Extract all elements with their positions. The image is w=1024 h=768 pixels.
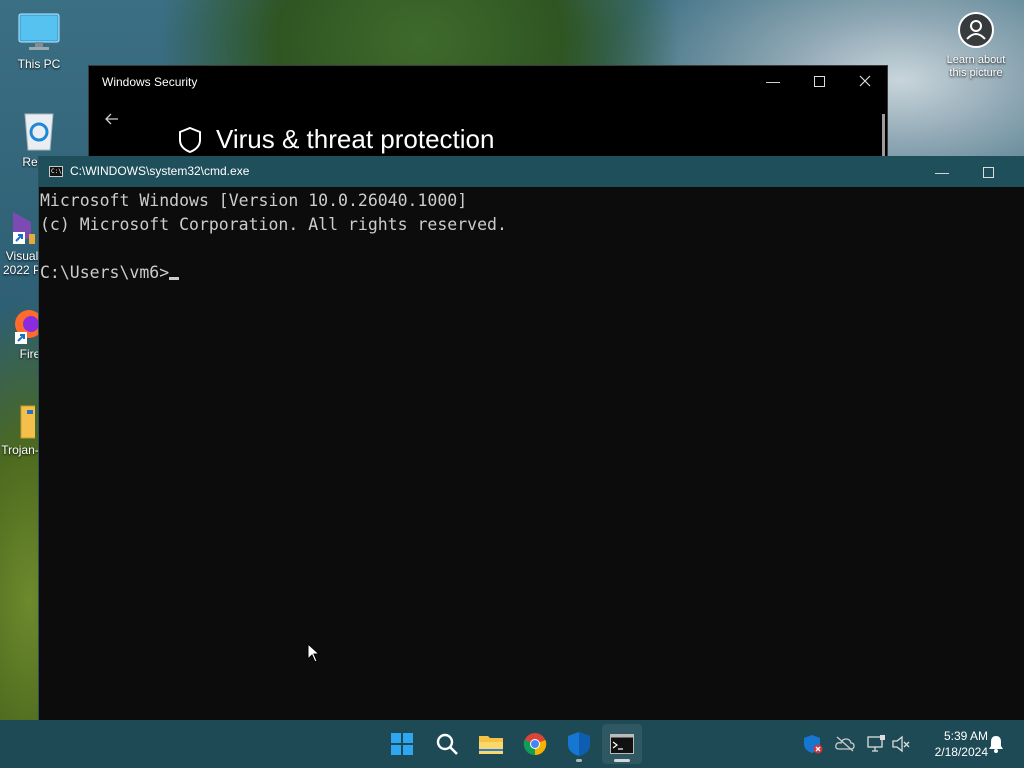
running-indicator (576, 759, 582, 762)
onedrive-tray-button[interactable] (835, 734, 855, 754)
active-indicator (614, 759, 630, 762)
console-line: Microsoft Windows [Version 10.0.26040.10… (40, 191, 468, 210)
volume-tray-button[interactable] (891, 734, 911, 754)
window-title: Windows Security (102, 75, 198, 89)
page-heading: Virus & threat protection (216, 124, 495, 154)
desktop-icon-trojan[interactable]: Trojan- (0, 404, 40, 457)
start-icon (391, 733, 413, 755)
visual-studio-icon (13, 212, 35, 244)
cmd-titlebar[interactable]: C:\ C:\WINDOWS\system32\cmd.exe — (39, 156, 1024, 187)
defender-alert-icon (804, 735, 823, 754)
scrollbar[interactable] (882, 114, 885, 158)
terminal-button[interactable] (602, 724, 642, 764)
shield-icon (179, 126, 201, 154)
windows-security-button[interactable] (559, 724, 599, 764)
firefox-icon (15, 310, 39, 344)
close-button[interactable] (842, 66, 888, 96)
defender-tray-button[interactable] (803, 734, 823, 754)
close-icon (859, 75, 871, 87)
text-cursor (169, 277, 180, 280)
desktop-icon-label: This PC (17, 57, 61, 71)
back-arrow-icon (105, 113, 118, 125)
learn-about-label: Learn about this picture (946, 54, 1006, 79)
taskbar: 5:39 AM 2/18/2024 (0, 720, 1024, 768)
chrome-icon (523, 733, 547, 756)
volume-muted-icon (892, 735, 910, 753)
mouse-pointer-icon (307, 643, 321, 663)
minimize-button[interactable]: — (919, 157, 965, 187)
network-tray-button[interactable] (866, 734, 886, 754)
archive-file-icon (20, 405, 35, 439)
maximize-button[interactable] (965, 157, 1011, 187)
recycle-bin-icon (24, 113, 54, 151)
notification-bell-icon (989, 736, 1003, 753)
desktop-icon-label: Trojan- (1, 443, 39, 457)
terminal-icon (610, 734, 634, 754)
clock-time: 5:39 AM (943, 729, 988, 743)
search-button[interactable] (427, 724, 467, 764)
clock[interactable]: 5:39 AM 2/18/2024 (918, 728, 988, 760)
desktop-icon-label: Fire (19, 347, 41, 361)
windows-security-icon (568, 732, 590, 756)
notifications-button[interactable] (986, 734, 1006, 754)
console-output[interactable]: Microsoft Windows [Version 10.0.26040.10… (40, 189, 507, 285)
console-prompt: C:\Users\vm6> (40, 263, 170, 282)
start-button[interactable] (382, 724, 422, 764)
maximize-button[interactable] (796, 66, 842, 96)
desktop-icon-this-pc[interactable]: This PC (7, 12, 71, 71)
camera-icon (958, 12, 994, 48)
console-prompt-line: C:\Users\vm6> (40, 261, 507, 285)
onedrive-offline-icon (835, 736, 855, 752)
back-button[interactable] (105, 112, 119, 130)
network-icon (867, 735, 885, 752)
window-title: C:\WINDOWS\system32\cmd.exe (70, 164, 250, 178)
search-icon (436, 733, 458, 755)
learn-about-this-picture[interactable]: Learn about this picture (940, 12, 1012, 80)
file-explorer-button[interactable] (471, 724, 511, 764)
monitor-icon (18, 13, 60, 50)
minimize-button[interactable]: — (750, 66, 796, 96)
maximize-icon (813, 75, 825, 87)
chrome-button[interactable] (515, 724, 555, 764)
maximize-icon (982, 166, 994, 178)
file-explorer-icon (479, 736, 503, 754)
console-line: (c) Microsoft Corporation. All rights re… (40, 215, 507, 234)
cmd-window[interactable]: C:\ C:\WINDOWS\system32\cmd.exe — Micros… (38, 156, 1024, 720)
cmd-app-icon: C:\ (49, 166, 63, 177)
clock-date: 2/18/2024 (934, 745, 988, 759)
